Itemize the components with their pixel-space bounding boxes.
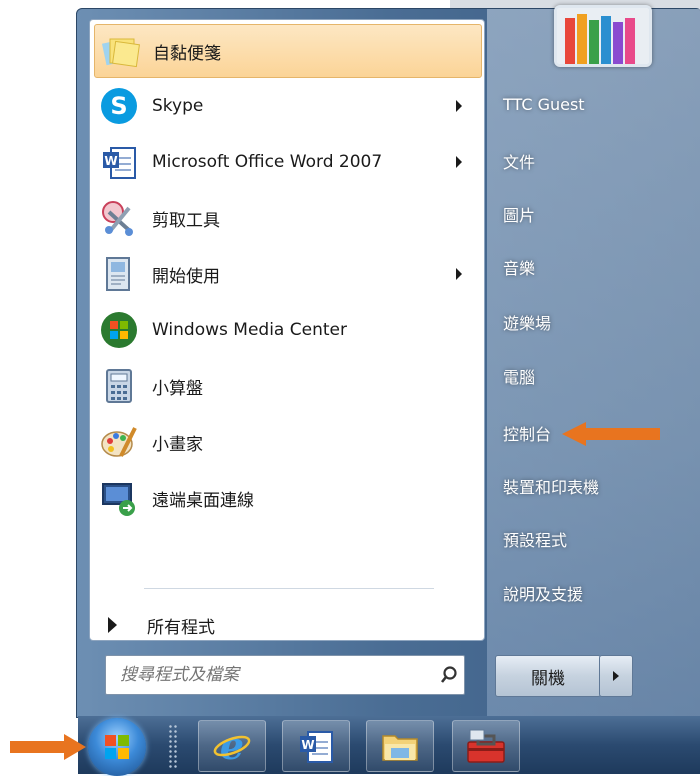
annotation-arrow-icon — [562, 422, 660, 446]
program-item-label: 小畫家 — [152, 434, 203, 455]
program-item-skype[interactable]: S Skype — [94, 80, 480, 132]
svg-text:S: S — [110, 92, 127, 120]
word-icon: W — [300, 731, 333, 763]
submenu-arrow-icon[interactable] — [456, 268, 462, 280]
program-item-paint[interactable]: 小畫家 — [94, 416, 480, 468]
all-programs[interactable]: 所有程式 — [100, 610, 215, 640]
program-item-remote-desktop[interactable]: 遠端桌面連線 — [94, 472, 480, 524]
sticky-notes-icon — [97, 28, 143, 74]
taskbar-button-ie[interactable]: e — [198, 720, 266, 772]
svg-text:W: W — [301, 738, 314, 752]
program-item-label: 遠端桌面連線 — [152, 490, 254, 511]
user-name[interactable]: TTC Guest — [503, 95, 585, 114]
user-picture[interactable] — [554, 5, 652, 67]
start-menu-right-panel — [487, 9, 700, 717]
chevron-right-icon — [613, 671, 619, 681]
link-control-panel[interactable]: 控制台 — [503, 421, 551, 445]
start-menu-left-panel: 自黏便箋 S Skype W Microsoft Office Word 200… — [89, 19, 485, 641]
taskbar-button-toolbox[interactable] — [452, 720, 520, 772]
svg-text:e: e — [220, 726, 244, 766]
svg-text:W: W — [104, 154, 117, 168]
link-pictures[interactable]: 圖片 — [503, 202, 535, 226]
shutdown-button[interactable]: 關機 — [495, 655, 601, 697]
program-item-label: 自黏便箋 — [153, 43, 221, 64]
separator — [144, 588, 434, 589]
file-explorer-icon — [382, 735, 418, 761]
media-center-icon — [96, 307, 142, 353]
snipping-tool-icon — [96, 195, 142, 241]
getting-started-icon — [96, 251, 142, 297]
program-item-label: Microsoft Office Word 2007 — [152, 152, 383, 172]
search-icon[interactable] — [434, 660, 464, 690]
submenu-arrow-icon[interactable] — [456, 100, 462, 112]
taskbar-grip[interactable] — [168, 724, 178, 768]
taskbar-button-word[interactable]: W — [282, 720, 350, 772]
calculator-icon — [96, 363, 142, 409]
start-button[interactable] — [88, 718, 146, 776]
link-computer[interactable]: 電腦 — [503, 364, 535, 388]
search-box[interactable] — [105, 655, 465, 695]
search-input[interactable] — [118, 664, 434, 686]
word-icon: W — [96, 139, 142, 185]
program-item-media-center[interactable]: Windows Media Center — [94, 304, 480, 356]
link-devices-printers[interactable]: 裝置和印表機 — [503, 474, 599, 498]
link-music[interactable]: 音樂 — [503, 255, 535, 279]
skype-icon: S — [96, 83, 142, 129]
link-default-programs[interactable]: 預設程式 — [503, 527, 567, 551]
windows-logo-icon — [105, 735, 129, 759]
program-item-snipping-tool[interactable]: 剪取工具 — [94, 192, 480, 244]
link-games[interactable]: 遊樂場 — [503, 310, 551, 334]
taskbar-button-explorer[interactable] — [366, 720, 434, 772]
internet-explorer-icon: e — [213, 726, 251, 766]
all-programs-label: 所有程式 — [147, 617, 215, 638]
program-item-label: Skype — [152, 96, 204, 116]
program-item-label: 小算盤 — [152, 378, 203, 399]
shutdown-label: 關機 — [531, 668, 565, 689]
annotation-arrow-icon — [10, 734, 86, 760]
expand-arrow-icon — [108, 617, 117, 633]
link-documents[interactable]: 文件 — [503, 149, 535, 173]
program-item-calculator[interactable]: 小算盤 — [94, 360, 480, 412]
program-item-word[interactable]: W Microsoft Office Word 2007 — [94, 136, 480, 188]
toolbox-icon — [467, 729, 505, 763]
paint-icon — [96, 419, 142, 465]
start-menu: 自黏便箋 S Skype W Microsoft Office Word 200… — [76, 5, 700, 718]
program-item-label: 剪取工具 — [152, 210, 220, 231]
shutdown-options-button[interactable] — [599, 655, 633, 697]
program-item-label: Windows Media Center — [152, 320, 347, 340]
link-help-support[interactable]: 說明及支援 — [503, 581, 583, 605]
program-item-label: 開始使用 — [152, 266, 220, 287]
remote-desktop-icon — [96, 475, 142, 521]
program-item-sticky-notes[interactable]: 自黏便箋 — [94, 24, 482, 78]
program-item-getting-started[interactable]: 開始使用 — [94, 248, 480, 300]
submenu-arrow-icon[interactable] — [456, 156, 462, 168]
